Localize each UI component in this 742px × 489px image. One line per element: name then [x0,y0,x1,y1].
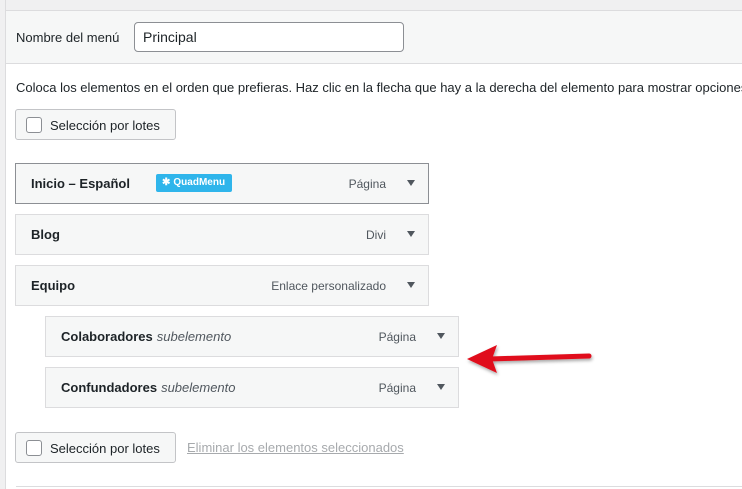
quadmenu-badge-label: QuadMenu [173,177,226,188]
menu-name-input[interactable] [134,22,404,52]
menu-item-blog[interactable]: Blog Divi [15,214,429,255]
menu-item-title-text: Confundadores [61,380,158,395]
instructions-text: Coloca los elementos en el orden que pre… [16,80,742,95]
menu-item-type: Página [378,330,416,344]
gear-icon: ✱ [162,177,171,188]
expand-arrow-icon[interactable] [407,180,415,186]
menu-item-title-text: Colaboradores [61,329,153,344]
bulk-select-checkbox[interactable] [26,117,42,133]
menu-item-equipo[interactable]: Equipo Enlace personalizado [15,265,429,306]
menu-item-confundadores[interactable]: Confundadores subelemento Página [45,367,459,408]
menu-item-title: Confundadores subelemento [61,380,236,395]
expand-arrow-icon[interactable] [407,282,415,288]
divider [16,486,742,487]
subitem-label: subelemento [156,329,232,344]
expand-arrow-icon[interactable] [407,231,415,237]
menu-item-type: Divi [366,228,386,242]
menu-item-inicio[interactable]: Inicio – Español ✱ QuadMenu Página [15,163,429,204]
menu-item-title: Equipo [31,278,76,293]
bulk-select-label: Selección por lotes [50,441,160,456]
menu-item-title: Blog [31,227,60,242]
delete-selected-link[interactable]: Eliminar los elementos seleccionados [187,440,404,455]
bulk-select-bottom[interactable]: Selección por lotes [15,432,176,463]
admin-frame-left [0,0,6,489]
annotation-arrow-icon [467,345,592,373]
menu-item-type: Enlace personalizado [271,279,386,293]
menu-item-type: Página [378,381,416,395]
subitem-label: subelemento [161,380,236,395]
admin-frame-top [0,0,742,11]
expand-arrow-icon[interactable] [437,384,445,390]
expand-arrow-icon[interactable] [437,333,445,339]
bulk-select-top[interactable]: Selección por lotes [15,109,176,140]
menu-item-title: Inicio – Español [31,176,130,191]
quadmenu-badge[interactable]: ✱ QuadMenu [156,174,233,192]
menu-item-title: Colaboradores subelemento [61,329,231,344]
menu-item-colaboradores[interactable]: Colaboradores subelemento Página [45,316,459,357]
menu-item-type: Página [348,177,386,191]
bulk-select-label: Selección por lotes [50,118,160,133]
bulk-select-checkbox[interactable] [26,440,42,456]
menu-name-label: Nombre del menú [16,30,120,45]
